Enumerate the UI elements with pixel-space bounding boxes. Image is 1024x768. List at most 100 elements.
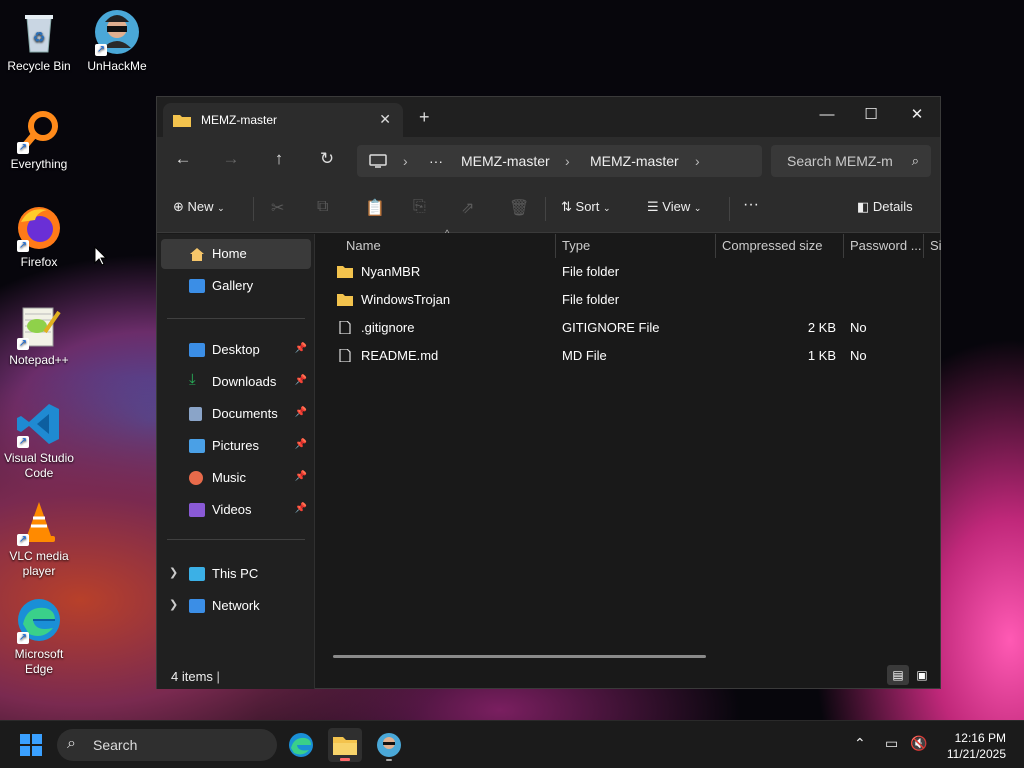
pin-icon: 📌	[294, 503, 307, 514]
more-options-button[interactable]: ···	[743, 196, 759, 214]
tab-close-icon[interactable]: ✕	[379, 111, 391, 128]
close-button[interactable]: ✕	[895, 101, 939, 129]
maximize-button[interactable]: ☐	[849, 101, 893, 129]
taskbar: ⌕ Search ⌃ ▭ 🔇 12:16 PM 11/21/2025	[0, 720, 1024, 768]
desktop-icon-everything[interactable]: ↗ Everything	[2, 106, 76, 172]
desktop-icon-edge[interactable]: ↗ Microsoft Edge	[2, 596, 76, 677]
shortcut-arrow-icon: ↗	[17, 534, 29, 546]
sidebar-item-gallery[interactable]: Gallery	[161, 271, 311, 301]
sidebar-item-documents[interactable]: Documents 📌	[161, 399, 311, 429]
file-icon	[339, 349, 351, 362]
clock[interactable]: 12:16 PM 11/21/2025	[947, 730, 1006, 762]
column-header-password[interactable]: Password ...	[850, 234, 922, 258]
sidebar-item-pictures[interactable]: Pictures 📌	[161, 431, 311, 461]
table-row[interactable]: WindowsTrojan File folder	[323, 286, 933, 314]
refresh-button[interactable]: ↻	[315, 149, 339, 169]
delete-button[interactable]: 🗑	[509, 198, 529, 218]
sort-button[interactable]: ⇅ Sort ⌄	[561, 199, 611, 215]
taskbar-file-explorer[interactable]	[328, 728, 362, 762]
copy-button[interactable]: ⧉	[317, 198, 328, 216]
column-header-name[interactable]: Name	[346, 234, 381, 258]
desktop-icon-firefox[interactable]: ↗ Firefox	[2, 204, 76, 270]
view-button[interactable]: ☰ View ⌄	[647, 199, 701, 215]
minimize-button[interactable]: —	[805, 101, 849, 129]
search-box[interactable]: Search MEMZ-m ⌕	[771, 145, 931, 177]
search-input[interactable]: Search MEMZ-m	[787, 153, 893, 169]
details-view-icon[interactable]: ▤	[887, 665, 909, 685]
divider	[253, 197, 254, 221]
rename-button[interactable]: ⎘	[413, 198, 426, 216]
sidebar-item-label: Pictures	[212, 438, 259, 453]
breadcrumb-more-button[interactable]: ···	[429, 153, 443, 169]
details-pane-icon: ◧	[857, 199, 870, 214]
tab-memz-master[interactable]: MEMZ-master ✕	[163, 103, 403, 137]
taskbar-search[interactable]: ⌕ Search	[57, 729, 277, 761]
sidebar-item-downloads[interactable]: ⤓ Downloads 📌	[161, 367, 311, 397]
taskbar-edge[interactable]	[284, 728, 318, 762]
documents-icon	[189, 407, 202, 421]
network-monitor-icon[interactable]: ▭	[885, 735, 898, 752]
column-divider[interactable]	[923, 234, 924, 258]
divider	[729, 197, 730, 221]
horizontal-scrollbar[interactable]	[333, 655, 706, 658]
column-header-compressed-size[interactable]: Compressed size	[722, 234, 822, 258]
table-row[interactable]: NyanMBR File folder	[323, 258, 933, 286]
paste-button[interactable]: 📋	[365, 198, 385, 218]
table-row[interactable]: .gitignore GITIGNORE File 2 KB No	[323, 314, 933, 342]
breadcrumb-item[interactable]: MEMZ-master	[461, 153, 550, 169]
share-button[interactable]: ⇗	[461, 198, 474, 218]
cut-button[interactable]: ✂	[271, 198, 284, 218]
search-icon: ⌕	[67, 735, 76, 752]
pin-icon: 📌	[294, 375, 307, 386]
taskbar-unhackme[interactable]	[372, 728, 406, 762]
file-explorer-window: MEMZ-master ✕ + — ☐ ✕ ← → ↑ ↻ › ··· MEMZ…	[156, 96, 942, 689]
gallery-icon	[189, 279, 205, 293]
sidebar-item-videos[interactable]: Videos 📌	[161, 495, 311, 525]
windows-start-icon[interactable]	[20, 734, 42, 756]
sidebar-item-home[interactable]: Home	[161, 239, 311, 269]
pin-icon: 📌	[294, 439, 307, 450]
column-divider[interactable]	[555, 234, 556, 258]
new-button[interactable]: ⊕ New ⌄	[173, 199, 225, 215]
tray-overflow-chevron-icon[interactable]: ⌃	[854, 735, 866, 752]
column-header-type[interactable]: Type	[562, 234, 590, 258]
column-divider[interactable]	[715, 234, 716, 258]
forward-button[interactable]: →	[219, 149, 243, 169]
file-list: ^ Name Type Compressed size Password ...…	[315, 228, 942, 659]
details-button[interactable]: ◧ Details	[857, 199, 913, 215]
search-icon: ⌕	[911, 153, 919, 168]
column-divider[interactable]	[843, 234, 844, 258]
edge-icon	[289, 733, 313, 757]
file-name: WindowsTrojan	[361, 292, 451, 307]
sidebar-item-music[interactable]: Music 📌	[161, 463, 311, 493]
chevron-right-icon[interactable]: ❯	[169, 598, 178, 611]
breadcrumb-item[interactable]: MEMZ-master	[590, 153, 679, 169]
address-bar[interactable]: › ··· MEMZ-master › MEMZ-master ›	[357, 145, 762, 177]
desktop-icon-unhackme[interactable]: ↗ UnHackMe	[80, 8, 154, 74]
sort-icon: ⇅	[561, 199, 572, 214]
file-icon	[339, 321, 351, 334]
table-row[interactable]: README.md MD File 1 KB No	[323, 342, 933, 370]
tiles-view-icon[interactable]: ▣	[911, 665, 933, 685]
column-header-size[interactable]: Si	[930, 234, 942, 258]
desktop-icon-notepadpp[interactable]: ↗ Notepad++	[2, 302, 76, 368]
chevron-right-icon[interactable]: ❯	[169, 566, 178, 579]
back-button[interactable]: ←	[171, 149, 195, 169]
new-tab-button[interactable]: +	[419, 107, 430, 128]
desktop-icon-recycle-bin[interactable]: ♻ Recycle Bin	[2, 8, 76, 74]
desktop-icon-vlc[interactable]: ↗ VLC media player	[2, 498, 76, 579]
this-pc-icon	[189, 567, 205, 581]
sidebar-item-desktop[interactable]: Desktop 📌	[161, 335, 311, 365]
shortcut-arrow-icon: ↗	[17, 240, 29, 252]
volume-muted-icon[interactable]: 🔇	[910, 735, 927, 752]
sidebar-item-this-pc[interactable]: ❯ This PC	[161, 559, 311, 589]
sidebar-item-label: Desktop	[212, 342, 260, 357]
shortcut-arrow-icon: ↗	[17, 632, 29, 644]
up-button[interactable]: ↑	[267, 149, 291, 169]
status-item-count: 4 items |	[171, 669, 220, 684]
navigation-bar: ← → ↑ ↻ › ··· MEMZ-master › MEMZ-master …	[157, 137, 940, 185]
sidebar-item-network[interactable]: ❯ Network	[161, 591, 311, 621]
desktop-icon-vscode[interactable]: ↗ Visual Studio Code	[2, 400, 76, 481]
file-size: 1 KB	[807, 348, 836, 363]
firefox-icon: ↗	[15, 204, 63, 252]
